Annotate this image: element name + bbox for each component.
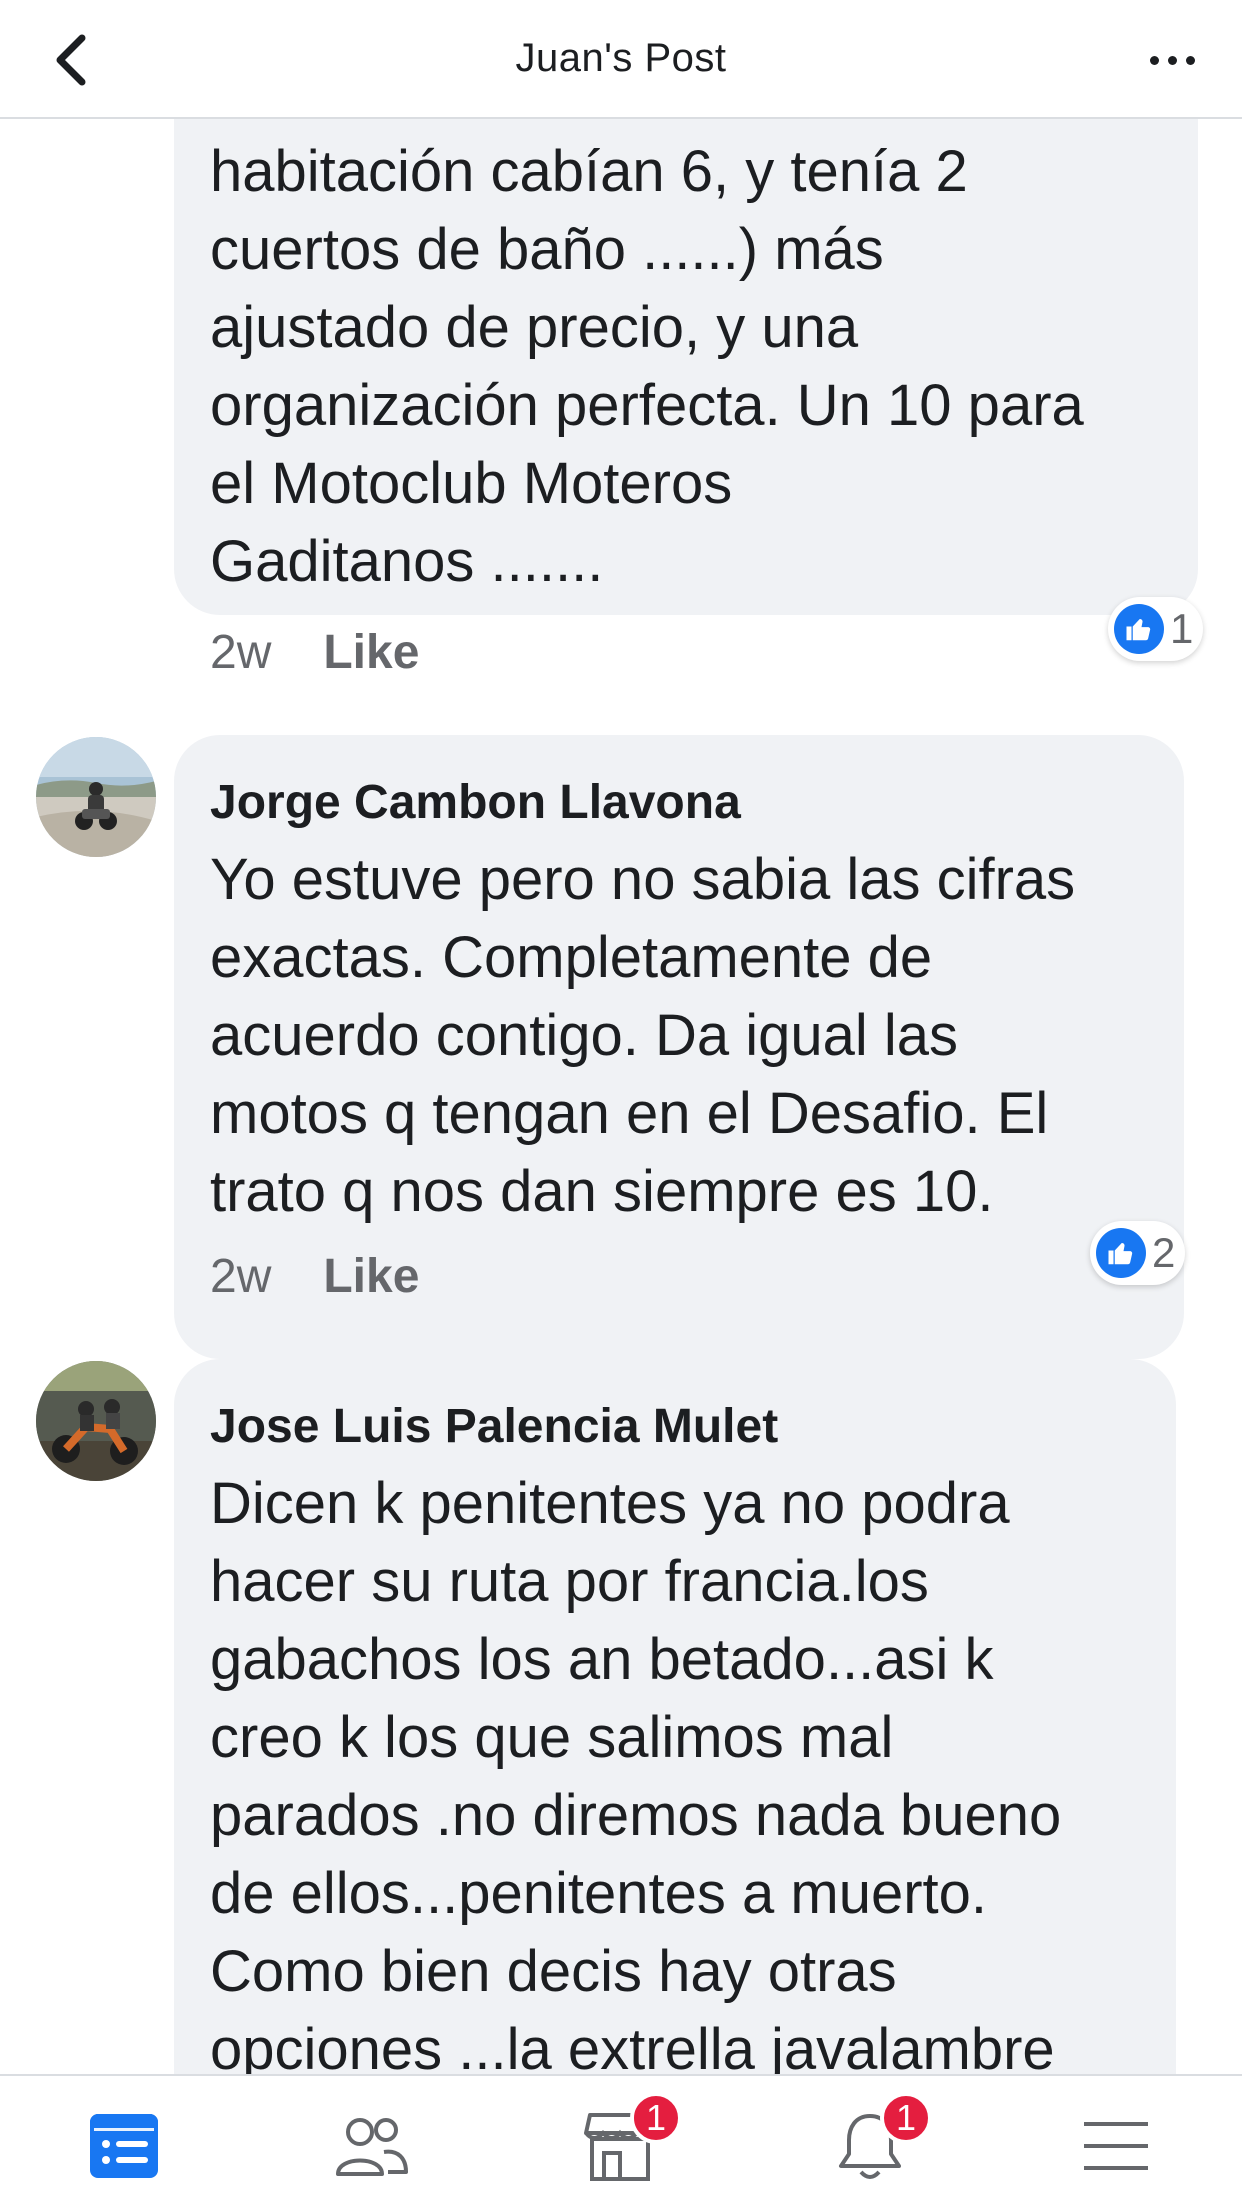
friends-icon <box>336 2118 408 2176</box>
nav-notifications[interactable]: 1 <box>830 2092 932 2186</box>
comment-author[interactable]: Jorge Cambon Llavona <box>210 775 741 830</box>
dot-icon <box>1185 55 1195 65</box>
like-button[interactable]: Like <box>323 626 419 679</box>
more-options-button[interactable] <box>1142 40 1202 80</box>
like-reaction-icon <box>1114 604 1164 654</box>
comment-meta: 2w Like <box>210 625 419 680</box>
comment-bubble[interactable]: Jose Luis Palencia Mulet Dicen k peniten… <box>174 1359 1176 2075</box>
dot-icon <box>1149 55 1159 65</box>
bottom-navigation: 1 1 <box>0 2074 1242 2208</box>
comment-text: Dicen k penitentes ya no podra hacer su … <box>210 1471 1062 2075</box>
dot-icon <box>1167 55 1177 65</box>
like-reaction-icon <box>1096 1228 1146 1278</box>
comment-bubble[interactable]: habitación cabían 6, y tenía 2 cuertos d… <box>174 119 1198 615</box>
reaction-count-label: 1 <box>1170 605 1194 652</box>
comment-text: Yo estuve pero no sabia las cifras exact… <box>210 847 1076 1224</box>
avatar[interactable] <box>36 1361 156 1481</box>
top-bar: Juan's Post <box>0 0 1242 119</box>
comment-time[interactable]: 2w <box>210 626 271 679</box>
reaction-count[interactable]: 1 <box>1108 597 1204 661</box>
nav-marketplace[interactable]: 1 <box>580 2092 682 2186</box>
reaction-count[interactable]: 2 <box>1090 1221 1186 1285</box>
page-title: Juan's Post <box>515 36 727 80</box>
avatar[interactable] <box>36 737 156 857</box>
comment-meta: 2w Like <box>210 1249 419 1304</box>
comments-list: habitación cabían 6, y tenía 2 cuertos d… <box>0 119 1242 2075</box>
menu-icon <box>1084 2122 1148 2170</box>
like-button[interactable]: Like <box>323 1250 419 1303</box>
comment-text: habitación cabían 6, y tenía 2 cuertos d… <box>210 139 1084 594</box>
notification-badge: 1 <box>880 2092 932 2144</box>
comment-author[interactable]: Jose Luis Palencia Mulet <box>210 1399 778 1454</box>
notification-badge: 1 <box>630 2092 682 2144</box>
comment-time[interactable]: 2w <box>210 1250 271 1303</box>
nav-news-feed[interactable] <box>84 2106 164 2186</box>
news-feed-icon <box>90 2114 158 2178</box>
reaction-count-label: 2 <box>1152 1229 1176 1276</box>
nav-menu[interactable] <box>1076 2106 1156 2186</box>
nav-friends[interactable] <box>332 2106 412 2186</box>
